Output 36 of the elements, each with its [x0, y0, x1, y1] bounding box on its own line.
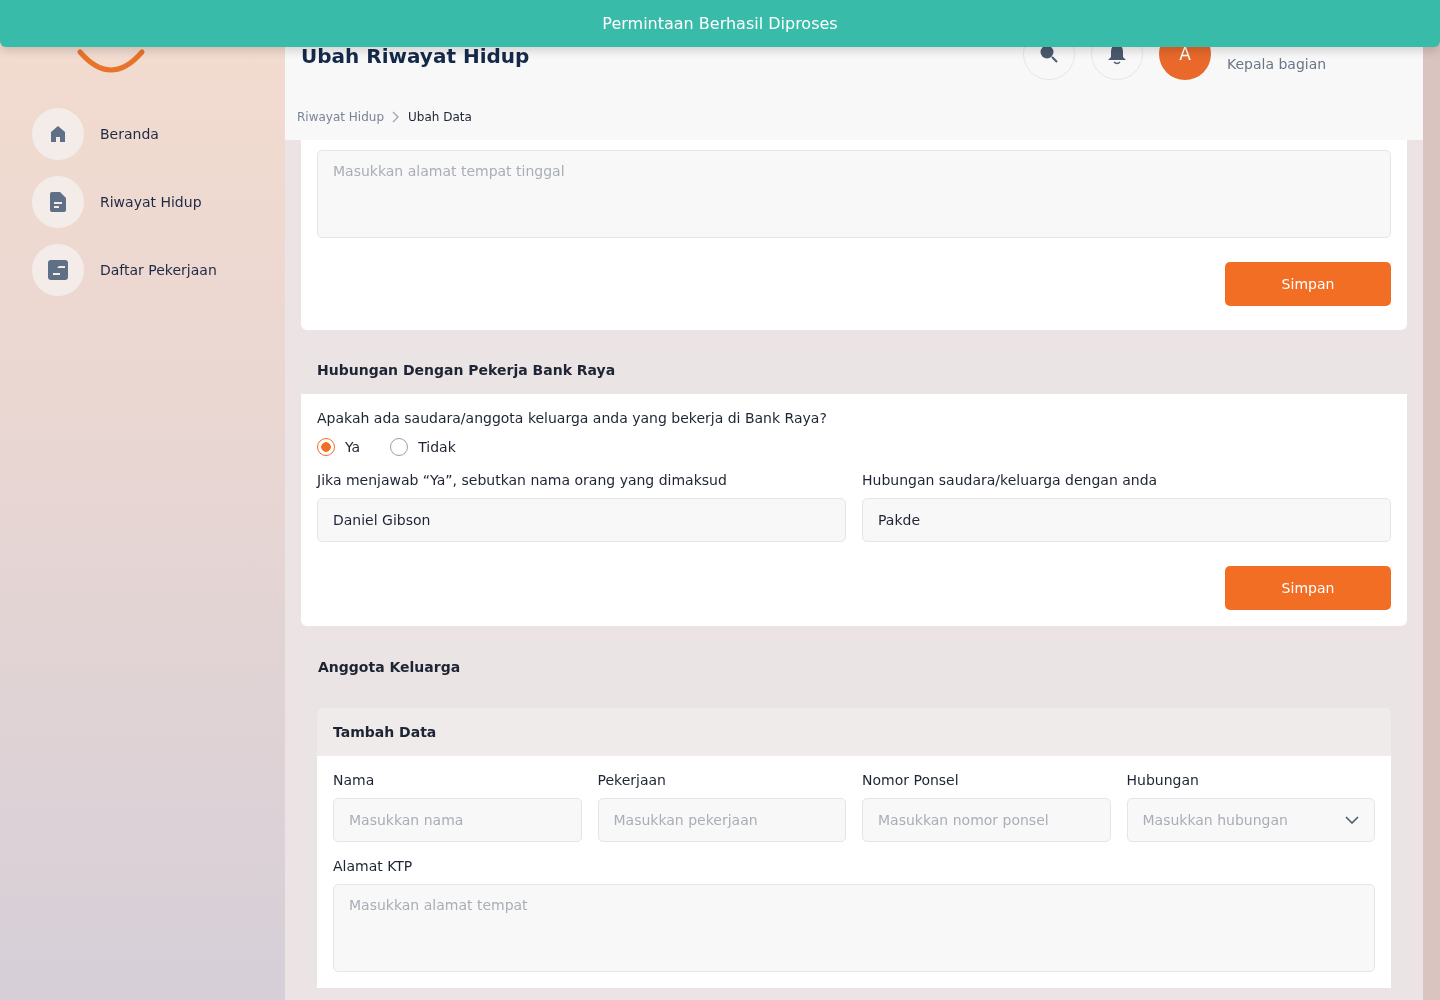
field-label: Nomor Ponsel — [862, 772, 960, 788]
field-label: Pekerjaan — [597, 772, 667, 788]
section-title: Anggota Keluarga — [317, 658, 462, 677]
radio-option[interactable]: Tidak — [390, 438, 456, 456]
text-field[interactable]: Masukkan pekerjaan — [597, 798, 846, 842]
address-field[interactable]: Masukkan alamat tempat — [333, 884, 1375, 972]
field-label: Nama — [333, 772, 376, 788]
chevron-right-icon — [392, 111, 400, 123]
chevron-down-icon — [1345, 816, 1359, 824]
radio-label: Ya — [345, 439, 361, 455]
text-field[interactable]: Masukkan nomor ponsel — [862, 798, 1111, 842]
sidebar-item[interactable]: Daftar Pekerjaan — [32, 244, 285, 296]
address-field[interactable]: Masukkan alamat tempat tinggal — [317, 150, 1391, 238]
question-text: Apakah ada saudara/anggota keluarga anda yang bekerja di Bank Raya? — [317, 410, 828, 426]
radio-label: Tidak — [418, 439, 456, 455]
section-title: Hubungan Dengan Pekerja Bank Raya — [316, 361, 617, 380]
text-field[interactable]: Daniel Gibson — [317, 498, 846, 542]
user-role: Kepala bagian — [1227, 56, 1328, 72]
field-label: Hubungan — [1126, 772, 1200, 788]
radio-option[interactable]: Ya — [317, 438, 361, 456]
home-icon — [51, 126, 65, 142]
search-icon — [1039, 44, 1059, 64]
breadcrumb-link[interactable]: Riwayat Hidup — [297, 110, 384, 124]
field-label: Hubungan saudara/keluarga dengan anda — [862, 472, 1159, 488]
field-label: Alamat KTP — [333, 858, 414, 874]
document-icon — [50, 192, 66, 212]
folder-icon — [48, 260, 68, 280]
success-toast: Permintaan Berhasil Diproses — [0, 0, 1440, 47]
subsection-title: Tambah Data — [332, 723, 438, 742]
sidebar-item[interactable]: Beranda — [32, 108, 285, 160]
breadcrumb-current: Ubah Data — [408, 110, 472, 124]
text-field[interactable]: Masukkan nama — [333, 798, 582, 842]
sidebar-item[interactable]: Riwayat Hidup — [32, 176, 285, 228]
field-label: Jika menjawab “Ya”, sebutkan nama orang yang dimaksud — [317, 472, 728, 488]
text-field[interactable]: Pakde — [862, 498, 1391, 542]
page-title: Ubah Riwayat Hidup — [301, 44, 530, 68]
